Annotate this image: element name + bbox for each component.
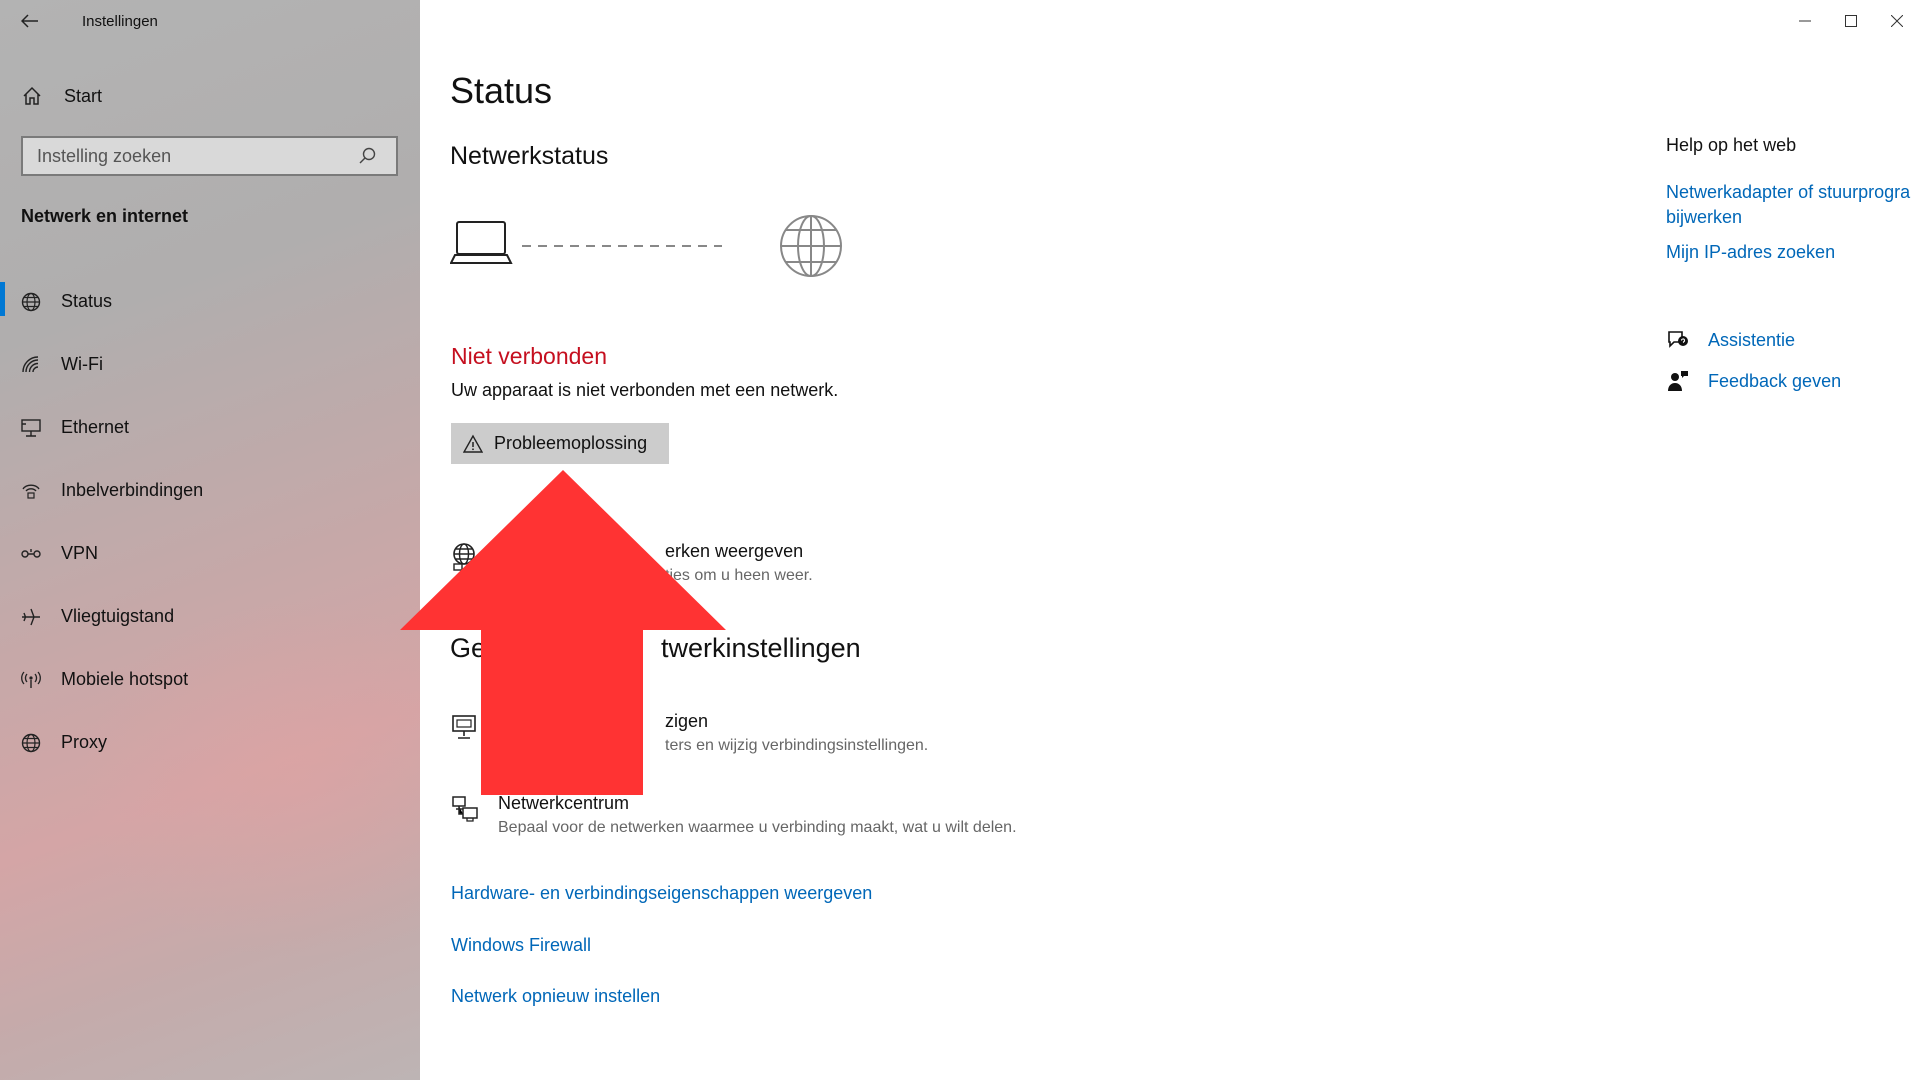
- globe-icon: [20, 291, 42, 313]
- laptop-icon: [450, 221, 513, 264]
- sidebar-item-label: Status: [61, 291, 113, 311]
- sidebar-item-wifi[interactable]: Wi-Fi: [0, 333, 420, 396]
- home-nav-item[interactable]: Start: [0, 76, 420, 116]
- find-ip-link[interactable]: Mijn IP-adres zoeken: [1666, 240, 1835, 265]
- feedback-label: Feedback geven: [1708, 370, 1842, 391]
- sidebar-nav: Status Wi-Fi Ethernet Inbelverbindingen …: [0, 270, 420, 774]
- network-status-heading: Netwerkstatus: [450, 142, 609, 170]
- sidebar-item-label: Wi-Fi: [61, 354, 103, 374]
- search-icon[interactable]: [357, 146, 377, 166]
- sidebar-item-label: Proxy: [61, 732, 108, 752]
- sidebar: Instellingen Start Netwerk en internet S…: [0, 0, 420, 1080]
- assistance-link[interactable]: Assistentie: [1666, 328, 1795, 352]
- dialup-icon: [20, 480, 42, 502]
- settings-search-box[interactable]: [21, 136, 398, 176]
- sidebar-item-vpn[interactable]: VPN: [0, 522, 420, 585]
- sidebar-item-label: Vliegtuigstand: [61, 606, 175, 626]
- page-title: Status: [450, 70, 553, 111]
- sidebar-item-hotspot[interactable]: Mobiele hotspot: [0, 648, 420, 711]
- annotation-arrow-icon: [400, 470, 726, 795]
- sidebar-item-ethernet[interactable]: Ethernet: [0, 396, 420, 459]
- connection-description: Uw apparaat is niet verbonden met een ne…: [451, 380, 839, 400]
- title-bar: Instellingen: [0, 0, 420, 42]
- network-center-option[interactable]: Netwerkcentrum Bepaal voor de netwerken …: [450, 792, 1018, 839]
- network-center-description: Bepaal voor de netwerken waarmee u verbi…: [498, 819, 1017, 836]
- troubleshoot-label: Probleemoplossing: [494, 433, 648, 453]
- settings-search-input[interactable]: [23, 145, 353, 167]
- sidebar-item-label: Mobiele hotspot: [61, 669, 189, 689]
- vpn-icon: [20, 543, 42, 565]
- network-status-diagram: [450, 215, 842, 277]
- assist-icon: [1668, 331, 1688, 348]
- sidebar-item-label: VPN: [61, 543, 99, 563]
- wifi-icon: [20, 354, 42, 376]
- assistance-label: Assistentie: [1708, 329, 1796, 350]
- ethernet-icon: [20, 417, 42, 439]
- feedback-icon: [1668, 371, 1688, 391]
- back-arrow-icon: [21, 14, 38, 28]
- windows-firewall-link[interactable]: Windows Firewall: [451, 935, 591, 956]
- sidebar-item-label: Inbelverbindingen: [61, 480, 204, 500]
- network-center-title: Netwerkcentrum: [498, 793, 630, 813]
- sidebar-item-dialup[interactable]: Inbelverbindingen: [0, 459, 420, 522]
- hardware-properties-link[interactable]: Hardware- en verbindingseigenschappen we…: [451, 883, 872, 904]
- globe-icon: [780, 215, 842, 277]
- update-adapter-link[interactable]: Netwerkadapter of stuurprogra bijwerken: [1666, 180, 1920, 230]
- troubleshoot-button[interactable]: Probleemoplossing: [451, 423, 669, 464]
- airplane-icon: [20, 606, 42, 628]
- related-panel: Help op het web Netwerkadapter of stuurp…: [1666, 0, 1920, 1080]
- hotspot-icon: [20, 669, 42, 691]
- home-label: Start: [64, 85, 103, 106]
- network-reset-link[interactable]: Netwerk opnieuw instellen: [451, 986, 660, 1007]
- home-icon: [23, 86, 41, 105]
- sidebar-item-proxy[interactable]: Proxy: [0, 711, 420, 774]
- help-heading: Help op het web: [1666, 135, 1797, 155]
- feedback-link[interactable]: Feedback geven: [1666, 369, 1841, 393]
- section-heading: Netwerk en internet: [21, 206, 189, 226]
- network-center-icon: [452, 796, 478, 822]
- back-button[interactable]: [0, 0, 60, 42]
- sidebar-item-status[interactable]: Status: [0, 270, 420, 333]
- globe-icon: [20, 732, 42, 754]
- app-title: Instellingen: [82, 12, 158, 30]
- sidebar-item-airplane[interactable]: Vliegtuigstand: [0, 585, 420, 648]
- warning-icon: [463, 434, 483, 453]
- sidebar-item-label: Ethernet: [61, 417, 130, 437]
- connection-status: Niet verbonden: [451, 343, 607, 369]
